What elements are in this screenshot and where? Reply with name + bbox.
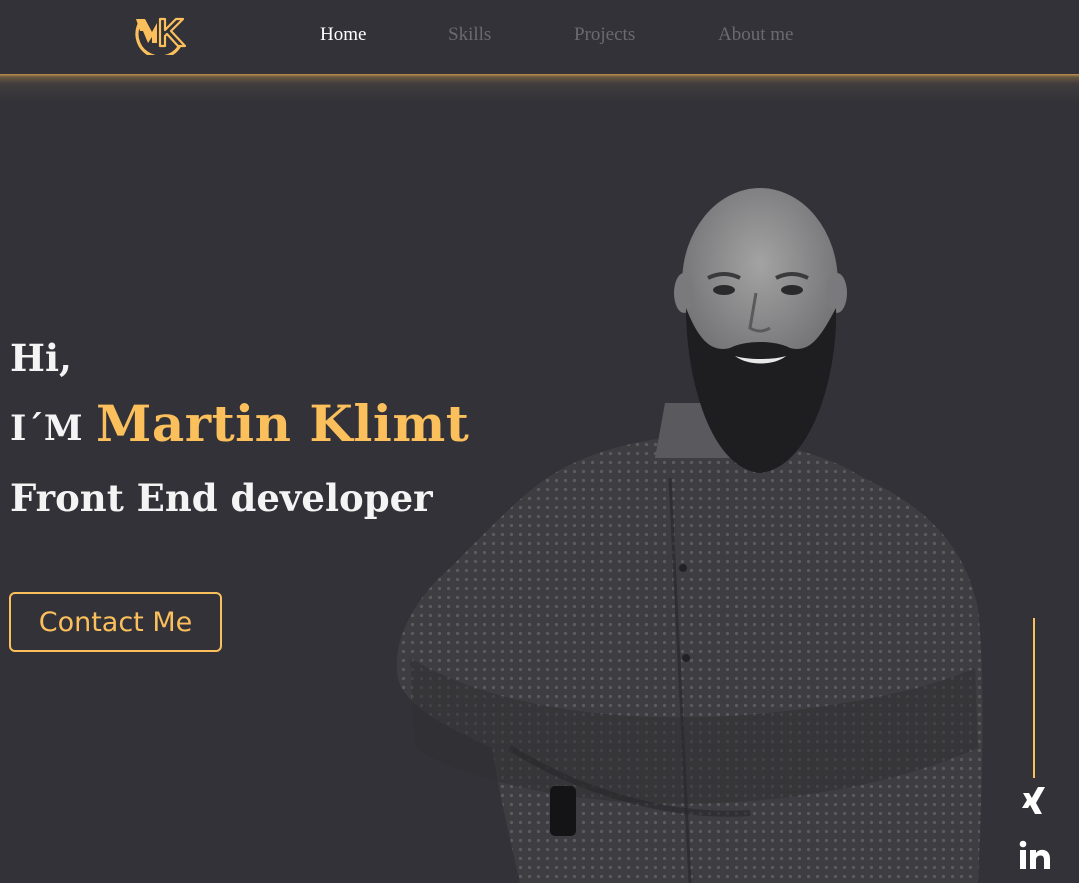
header-glow-divider xyxy=(0,74,1079,102)
nav-home[interactable]: Home xyxy=(320,24,366,46)
hero-intro: I´M xyxy=(10,408,83,449)
site-header: Home Skills Projects About me xyxy=(0,0,1079,74)
contact-me-button[interactable]: Contact Me xyxy=(9,592,222,652)
nav-skills[interactable]: Skills xyxy=(448,24,491,46)
hero-role: Front End developer xyxy=(10,476,433,520)
linkedin-icon[interactable] xyxy=(1019,840,1051,870)
xing-icon[interactable] xyxy=(1020,785,1048,815)
nav-projects[interactable]: Projects xyxy=(574,24,635,46)
nav-about-me[interactable]: About me xyxy=(718,24,793,46)
hero-greeting: Hi, xyxy=(10,336,72,380)
hero-name: Martin Klimt xyxy=(96,394,470,453)
portrait-photo xyxy=(396,188,983,883)
social-divider-line xyxy=(1033,618,1035,778)
mk-logo[interactable] xyxy=(133,13,189,55)
